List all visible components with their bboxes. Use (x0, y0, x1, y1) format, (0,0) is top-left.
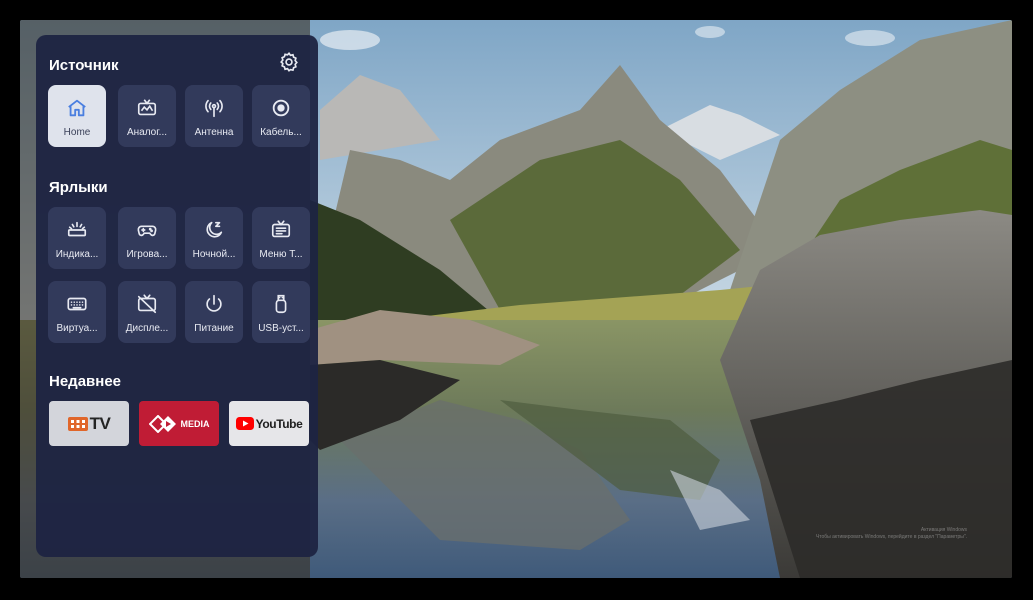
tv-screen: Активация Windows Чтобы активировать Win… (20, 20, 1012, 578)
source-tile-antenna[interactable]: Антенна (185, 85, 243, 147)
shortcut-tile-display-off[interactable]: Диспле... (118, 281, 176, 343)
gear-icon (280, 52, 298, 72)
youtube-logo: YouTube (235, 416, 303, 431)
shortcut-tile-label: Индика... (55, 249, 99, 260)
tv-menu-icon (271, 220, 291, 238)
shortcut-tile-label: USB-уст... (258, 323, 304, 334)
shortcut-tile-label: Меню Т... (259, 249, 303, 260)
tv-app-name: TV (89, 413, 111, 433)
source-section-title: Источник (49, 57, 119, 74)
shortcut-tile-label: Ночной... (192, 249, 236, 260)
shortcut-tile-label: Игрова... (126, 249, 168, 260)
keyboard-icon (67, 297, 87, 311)
recent-app-media[interactable]: MEDIA (139, 401, 219, 446)
gamepad-icon (137, 225, 157, 237)
activation-watermark-text: Чтобы активировать Windows, перейдите в … (815, 534, 967, 540)
shortcut-tile-usb[interactable]: USB-уст... (252, 281, 310, 343)
settings-button[interactable] (276, 49, 302, 75)
shortcut-tile-label: Виртуа... (56, 323, 98, 334)
tv-app-badge-icon (67, 416, 88, 431)
media-play-icon (148, 414, 176, 433)
quick-settings-panel: Источник Home Аналог... Антенна Кабель..… (36, 35, 318, 557)
source-tile-analog[interactable]: Аналог... (118, 85, 176, 147)
source-tile-label: Кабель... (260, 127, 302, 138)
media-app-logo: MEDIA (148, 414, 210, 433)
shortcut-tile-power[interactable]: Питание (185, 281, 243, 343)
source-tile-home[interactable]: Home (48, 85, 106, 147)
indicator-icon (67, 221, 87, 237)
usb-icon (275, 294, 287, 314)
recent-app-youtube[interactable]: YouTube (229, 401, 309, 446)
source-tile-cable[interactable]: Кабель... (252, 85, 310, 147)
shortcut-tile-indicator[interactable]: Индика... (48, 207, 106, 269)
shortcut-tile-game[interactable]: Игрова... (118, 207, 176, 269)
activation-watermark-title: Активация Windows (920, 527, 967, 533)
analog-tv-icon (137, 99, 157, 116)
antenna-icon (205, 99, 223, 118)
power-icon (206, 294, 222, 312)
recent-section-title: Недавнее (49, 373, 122, 390)
cable-icon (272, 99, 290, 117)
source-tile-label: Аналог... (126, 127, 168, 138)
shortcuts-section-title: Ярлыки (49, 179, 108, 196)
youtube-play-icon (235, 417, 254, 430)
shortcut-tile-label: Питание (194, 323, 234, 334)
display-off-icon (137, 294, 157, 314)
night-mode-icon (206, 221, 223, 238)
media-app-name: MEDIA (180, 418, 210, 429)
shortcut-tile-label: Диспле... (125, 323, 169, 334)
tv-app-logo: TV (67, 413, 111, 434)
shortcut-tile-night[interactable]: Ночной... (185, 207, 243, 269)
home-icon (68, 99, 86, 117)
youtube-app-name: YouTube (255, 416, 303, 431)
shortcut-tile-virtual-keyboard[interactable]: Виртуа... (48, 281, 106, 343)
source-tile-label: Home (63, 127, 91, 138)
source-tile-label: Антенна (194, 127, 234, 138)
shortcut-tile-tv-menu[interactable]: Меню Т... (252, 207, 310, 269)
recent-app-tv[interactable]: TV (49, 401, 129, 446)
